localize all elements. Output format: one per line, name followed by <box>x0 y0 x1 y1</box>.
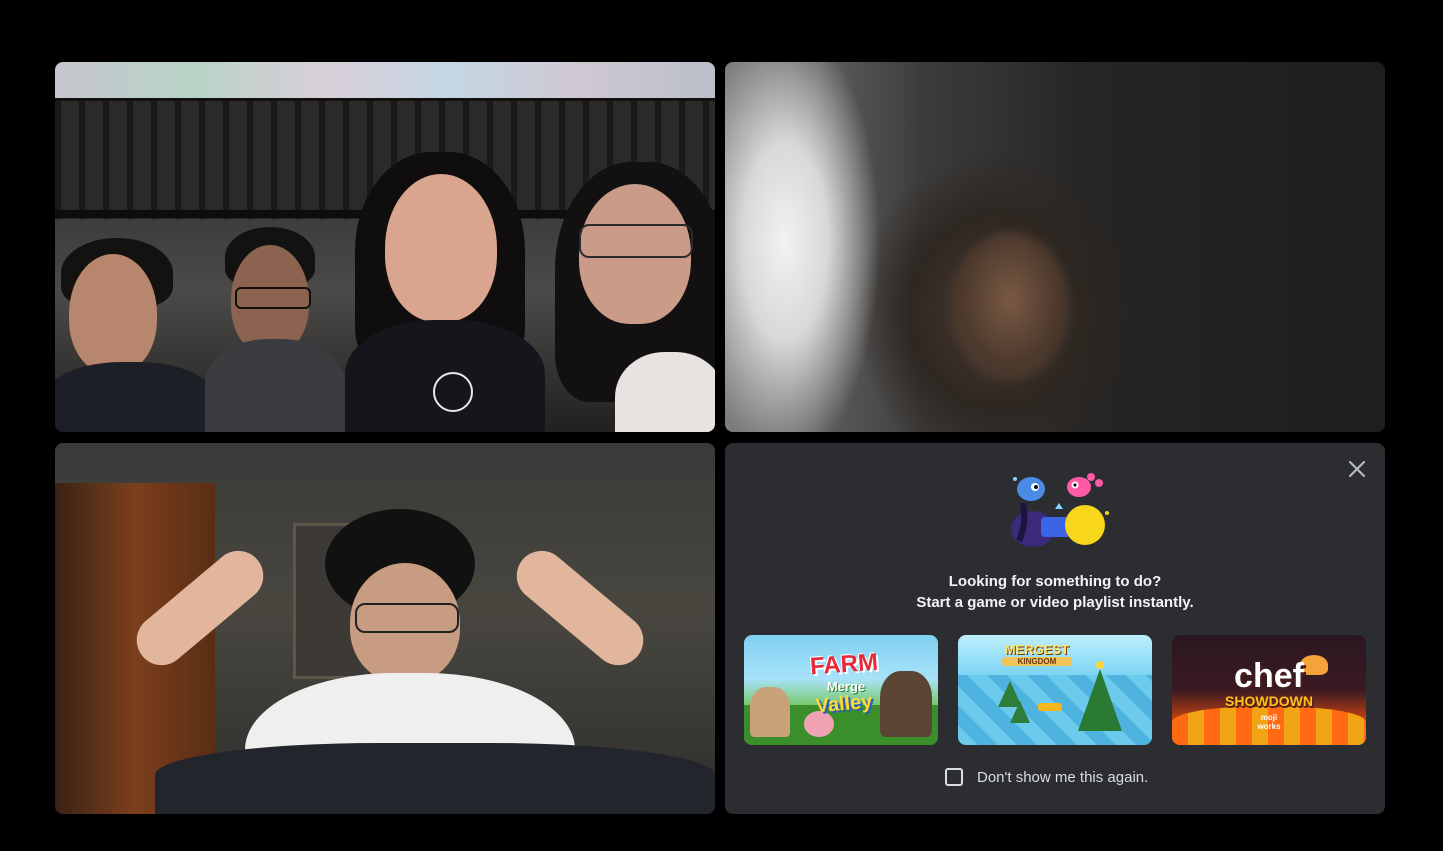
video-tile-participant[interactable] <box>55 443 715 814</box>
activity-card-farm-merge-valley[interactable]: FARM Merge Valley <box>744 635 938 745</box>
dont-show-again-toggle[interactable]: Don't show me this again. <box>945 768 1148 786</box>
card-subtitle: SHOWDOWN <box>1225 693 1313 709</box>
card-title: chef <box>1234 657 1304 695</box>
video-feed <box>725 62 1385 432</box>
activity-prompt: Looking for something to do? Start a gam… <box>725 571 1385 613</box>
dont-show-again-label: Don't show me this again. <box>977 768 1149 786</box>
card-brand: moji works <box>1257 713 1281 731</box>
activity-card-chef-showdown[interactable]: chef SHOWDOWN moji works <box>1172 635 1366 745</box>
prompt-subline: Start a game or video playlist instantly… <box>916 594 1194 611</box>
participant-figure <box>555 162 715 432</box>
prompt-headline: Looking for something to do? <box>948 573 1162 590</box>
participant-figure <box>55 232 215 432</box>
card-title: MERGEST <box>1004 642 1070 657</box>
activities-illustration-icon <box>1011 473 1109 547</box>
participant-figure <box>205 227 355 432</box>
close-icon <box>1348 460 1366 478</box>
participant-face-blurred <box>950 232 1070 382</box>
video-tile-group[interactable] <box>55 62 715 432</box>
participant-figure <box>345 152 545 432</box>
bunk-blanket <box>55 62 715 98</box>
card-title: FARM <box>809 648 879 681</box>
blanket <box>155 743 715 814</box>
video-tile-participant[interactable] <box>725 62 1385 432</box>
card-subtitle: KINGDOM <box>1002 657 1072 666</box>
close-button[interactable] <box>1343 455 1371 483</box>
activity-suggestion-panel: Looking for something to do? Start a gam… <box>725 443 1385 814</box>
dont-show-again-checkbox[interactable] <box>945 768 963 786</box>
video-call-grid: Looking for something to do? Start a gam… <box>0 0 1443 851</box>
activity-cards: FARM Merge Valley MERGEST KINGDOM chef S… <box>744 635 1366 745</box>
activity-card-mergest-kingdom[interactable]: MERGEST KINGDOM <box>958 635 1152 745</box>
